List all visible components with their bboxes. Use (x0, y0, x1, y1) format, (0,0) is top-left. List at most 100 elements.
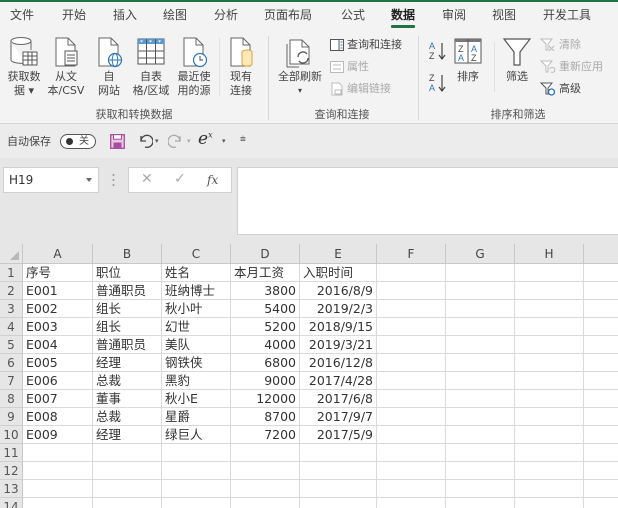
sort-button[interactable]: Z A A Z 排序 (452, 36, 484, 84)
cell-b1[interactable]: 职位 (93, 264, 162, 282)
cell-i12[interactable] (584, 462, 618, 480)
cell-a10[interactable]: E009 (23, 426, 93, 444)
cell-g7[interactable] (446, 372, 515, 390)
cell-e7[interactable]: 2017/4/28 (300, 372, 377, 390)
tab-page-layout[interactable]: 页面布局 (264, 6, 312, 28)
cell-b3[interactable]: 组长 (93, 300, 162, 318)
cell-c4[interactable]: 幻世 (162, 318, 231, 336)
cell-d11[interactable] (231, 444, 300, 462)
cell-b10[interactable]: 经理 (93, 426, 162, 444)
name-box-dropdown-icon[interactable] (86, 178, 92, 182)
cell-g8[interactable] (446, 390, 515, 408)
cell-i10[interactable] (584, 426, 618, 444)
cell-a9[interactable]: E008 (23, 408, 93, 426)
name-box[interactable]: H19 (3, 167, 99, 193)
formula-bar-grip-icon[interactable] (112, 173, 115, 187)
cell-d4[interactable]: 5200 (231, 318, 300, 336)
cell-h11[interactable] (515, 444, 584, 462)
cell-c3[interactable]: 秋小叶 (162, 300, 231, 318)
redo-dropdown-icon[interactable]: ▾ (187, 137, 191, 145)
column-header-d[interactable]: D (231, 244, 300, 264)
cell-c10[interactable]: 绿巨人 (162, 426, 231, 444)
cell-i2[interactable] (584, 282, 618, 300)
cell-f12[interactable] (377, 462, 446, 480)
cell-i11[interactable] (584, 444, 618, 462)
cell-a3[interactable]: E002 (23, 300, 93, 318)
cell-i9[interactable] (584, 408, 618, 426)
clear-filter-button[interactable]: 清除 (540, 36, 581, 54)
cell-b9[interactable]: 总裁 (93, 408, 162, 426)
cell-h13[interactable] (515, 480, 584, 498)
cell-a1[interactable]: 序号 (23, 264, 93, 282)
cell-g4[interactable] (446, 318, 515, 336)
cell-f11[interactable] (377, 444, 446, 462)
cell-a5[interactable]: E004 (23, 336, 93, 354)
row-header-9[interactable]: 9 (0, 408, 23, 426)
tab-draw[interactable]: 绘图 (163, 6, 187, 28)
recent-sources-button[interactable]: 最近使 用的源 (174, 36, 214, 98)
cell-d3[interactable]: 5400 (231, 300, 300, 318)
cell-g6[interactable] (446, 354, 515, 372)
cell-f10[interactable] (377, 426, 446, 444)
cell-d7[interactable]: 9000 (231, 372, 300, 390)
tab-data[interactable]: 数据 (391, 6, 416, 28)
cell-c8[interactable]: 秋小E (162, 390, 231, 408)
from-web-button[interactable]: 自 网站 (92, 36, 126, 98)
cell-d6[interactable]: 6800 (231, 354, 300, 372)
cell-f9[interactable] (377, 408, 446, 426)
from-table-range-button[interactable]: 自表 格/区域 (130, 36, 172, 98)
cell-b8[interactable]: 董事 (93, 390, 162, 408)
cell-h4[interactable] (515, 318, 584, 336)
cell-i3[interactable] (584, 300, 618, 318)
reapply-button[interactable]: 重新应用 (540, 58, 603, 76)
refresh-all-button[interactable]: 全部刷新 ▾ (274, 36, 326, 98)
cell-g2[interactable] (446, 282, 515, 300)
cell-e10[interactable]: 2017/5/9 (300, 426, 377, 444)
equation-icon[interactable]: ex (198, 129, 213, 149)
cell-c11[interactable] (162, 444, 231, 462)
cell-d14[interactable] (231, 498, 300, 508)
cell-h10[interactable] (515, 426, 584, 444)
cell-e14[interactable] (300, 498, 377, 508)
cell-g12[interactable] (446, 462, 515, 480)
tab-home[interactable]: 开始 (62, 6, 86, 28)
cell-d10[interactable]: 7200 (231, 426, 300, 444)
cell-b4[interactable]: 组长 (93, 318, 162, 336)
cell-a8[interactable]: E007 (23, 390, 93, 408)
cell-c9[interactable]: 星爵 (162, 408, 231, 426)
cancel-formula-button[interactable]: ✕ (141, 171, 153, 187)
column-header-e[interactable]: E (300, 244, 377, 264)
cell-h14[interactable] (515, 498, 584, 508)
cell-e3[interactable]: 2019/2/3 (300, 300, 377, 318)
cell-a2[interactable]: E001 (23, 282, 93, 300)
cell-h1[interactable] (515, 264, 584, 282)
cell-e11[interactable] (300, 444, 377, 462)
cell-d9[interactable]: 8700 (231, 408, 300, 426)
cell-g13[interactable] (446, 480, 515, 498)
cell-a7[interactable]: E006 (23, 372, 93, 390)
cell-d2[interactable]: 3800 (231, 282, 300, 300)
cell-e2[interactable]: 2016/8/9 (300, 282, 377, 300)
insert-function-button[interactable]: fx (207, 173, 218, 187)
cell-c1[interactable]: 姓名 (162, 264, 231, 282)
cell-d5[interactable]: 4000 (231, 336, 300, 354)
filter-button[interactable]: 筛选 (500, 36, 534, 84)
cell-b7[interactable]: 总裁 (93, 372, 162, 390)
tab-review[interactable]: 审阅 (442, 6, 466, 28)
tab-developer[interactable]: 开发工具 (543, 6, 591, 28)
queries-connections-button[interactable]: 查询和连接 (330, 36, 402, 54)
row-header-4[interactable]: 4 (0, 318, 23, 336)
cell-f4[interactable] (377, 318, 446, 336)
cell-e5[interactable]: 2019/3/21 (300, 336, 377, 354)
cell-e1[interactable]: 入职时间 (300, 264, 377, 282)
autosave-toggle[interactable]: 关 (60, 134, 96, 149)
cell-h3[interactable] (515, 300, 584, 318)
cell-e13[interactable] (300, 480, 377, 498)
cell-c6[interactable]: 钢铁侠 (162, 354, 231, 372)
cell-h8[interactable] (515, 390, 584, 408)
sort-descending-button[interactable]: Z A (428, 72, 448, 94)
cell-b11[interactable] (93, 444, 162, 462)
row-header-1[interactable]: 1 (0, 264, 23, 282)
sort-ascending-button[interactable]: A Z (428, 40, 448, 62)
cell-d12[interactable] (231, 462, 300, 480)
